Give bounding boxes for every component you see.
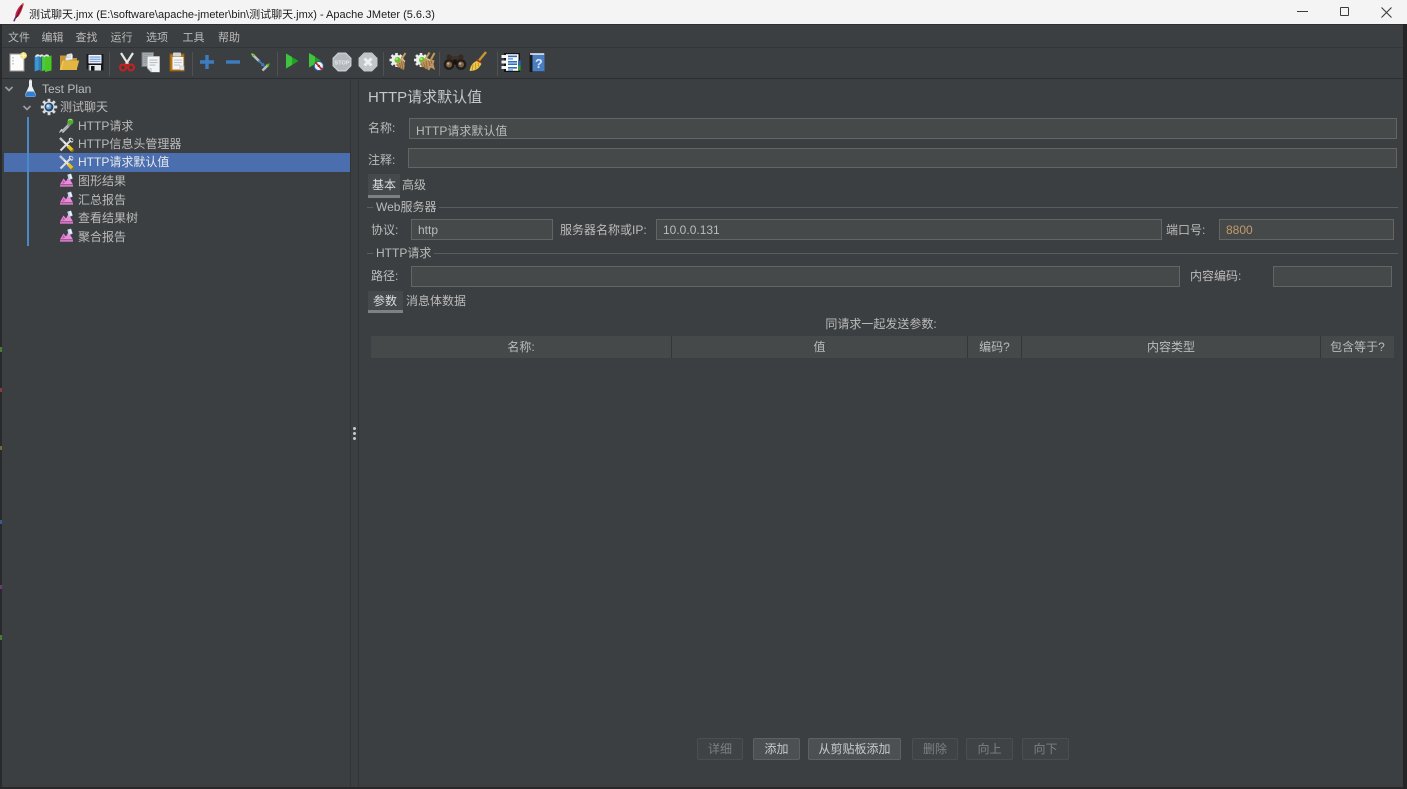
svg-text:?: ? bbox=[535, 57, 543, 71]
svg-text:STOP: STOP bbox=[335, 61, 350, 67]
